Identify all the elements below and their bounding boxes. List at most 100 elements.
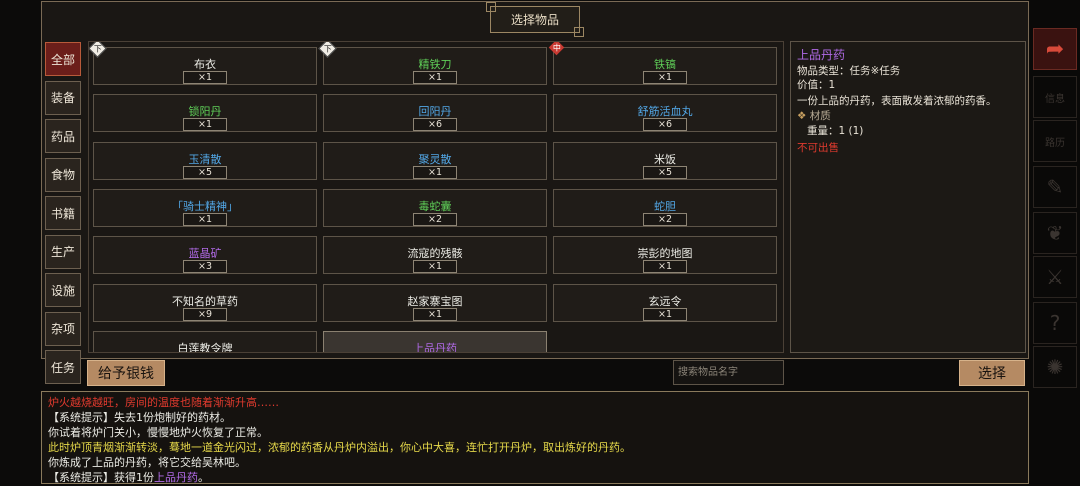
diamond-icon: ❖: [797, 110, 807, 122]
log-line: 你炼成了上品的丹药，将它交给吴林吧。: [48, 456, 246, 469]
category-tab[interactable]: 杂项: [45, 311, 81, 346]
item-name: 崇彭的地图: [637, 247, 693, 261]
category-tab[interactable]: 食物: [45, 157, 81, 192]
log-line: 此时炉顶青烟渐渐转淡，蓦地一道金光闪过，浓郁的药香从丹炉内溢出，你心中大喜，连忙…: [48, 441, 631, 454]
item-quantity: ×1: [413, 260, 457, 274]
log-text: 【系统提示】获得1份: [48, 471, 154, 484]
item-name: 上品丹药: [413, 341, 457, 353]
brush-icon: ✎: [1046, 175, 1064, 199]
item-slot[interactable]: 「骑士精神」 ×1: [93, 188, 317, 227]
item-slot[interactable]: 米饭 ×5: [553, 141, 777, 180]
rail-button-4[interactable]: ✎: [1033, 166, 1077, 208]
item-slot[interactable]: 赵家寨宝图 ×1: [323, 283, 547, 322]
item-slot[interactable]: 崇彭的地图 ×1: [553, 236, 777, 275]
item-name: 玉清散: [188, 152, 222, 166]
log-line: 你试着将炉门关小，慢慢地炉火恢复了正常。: [48, 426, 268, 439]
item-name: 流寇的残骸: [407, 247, 463, 261]
select-button[interactable]: 选择: [959, 360, 1025, 386]
item-name: 铁镐: [654, 58, 676, 71]
item-slot[interactable]: 上品丹药: [323, 330, 547, 353]
item-quantity: ×2: [643, 212, 687, 226]
item-name: 白莲教令牌: [177, 341, 233, 353]
item-quantity: ×1: [413, 165, 457, 179]
item-name: 锁阳丹: [188, 105, 222, 119]
item-slot[interactable]: 布衣 ×1: [93, 47, 317, 85]
category-tab[interactable]: 书籍: [45, 196, 81, 230]
item-name: 回阳丹: [418, 105, 452, 119]
detail-item-name: 上品丹药: [797, 48, 846, 62]
item-name: 舒筋活血丸: [637, 105, 693, 119]
category-tab[interactable]: 全部: [45, 42, 81, 76]
category-tab[interactable]: 药品: [45, 119, 81, 153]
detail-not-for-sale: 不可出售: [797, 142, 839, 154]
item-quantity: ×5: [643, 165, 687, 179]
give-money-button[interactable]: 给予银钱: [87, 360, 165, 386]
item-quantity: ×1: [413, 307, 457, 321]
grade-badge-label: 下: [93, 44, 102, 53]
item-name: 「骑士精神」: [172, 199, 238, 213]
detail-material-label: 材质: [809, 110, 831, 122]
item-quantity: ×9: [183, 307, 227, 321]
detail-weight: 重量：1 (1): [807, 125, 864, 137]
right-side-menu: ➦ 信息 路历 ✎ ❦ ⚔ ? ✺: [1030, 0, 1080, 486]
item-slot[interactable]: 蓝晶矿 ×3: [93, 236, 317, 275]
item-quantity: ×1: [643, 260, 687, 274]
category-tab[interactable]: 设施: [45, 273, 81, 307]
item-slot[interactable]: 精铁刀 ×1: [323, 47, 547, 85]
item-name: 布衣: [194, 58, 216, 71]
gear-icon: ✺: [1046, 355, 1064, 379]
rail-button-5[interactable]: ❦: [1033, 212, 1077, 254]
log-line: 炉火越烧越旺，房间的温度也随着渐渐升高……: [48, 396, 279, 409]
item-grid: 布衣 ×1 下精铁刀 ×1 下铁镐 ×1 中锁阳丹 ×1 回阳丹 ×6 舒筋活血丸 ×6 玉清散 ×5 聚灵…: [88, 41, 784, 353]
rail-button-6[interactable]: ⚔: [1033, 256, 1077, 298]
item-name: 精铁刀: [418, 58, 452, 71]
item-name: 蛇胆: [654, 199, 676, 213]
help-button[interactable]: ?: [1033, 302, 1077, 344]
info-button[interactable]: 信息: [1033, 76, 1077, 118]
item-slot[interactable]: 蛇胆 ×2: [553, 188, 777, 227]
item-name: 赵家寨宝图: [407, 294, 463, 308]
settings-button[interactable]: ✺: [1033, 346, 1077, 388]
category-tab[interactable]: 生产: [45, 234, 81, 269]
log-item-name: 上品丹药: [154, 471, 198, 484]
item-slot[interactable]: 不知名的草药 ×9: [93, 283, 317, 322]
item-detail-panel: 上品丹药 物品类型：任务※任务 价值：1 一份上品的丹药，表面散发着浓郁的药香。…: [790, 41, 1026, 353]
item-slot[interactable]: 流寇的残骸 ×1: [323, 236, 547, 275]
return-arrow-icon: ➦: [1045, 36, 1065, 62]
item-slot[interactable]: 舒筋活血丸 ×6: [553, 94, 777, 133]
message-log: 炉火越烧越旺，房间的温度也随着渐渐升高…… 【系统提示】失去1份炮制好的药材。你试…: [41, 391, 1029, 484]
journey-label: 路历: [1045, 137, 1065, 149]
detail-item-desc: 一份上品的丹药，表面散发着浓郁的药香。: [797, 95, 997, 107]
detail-item-type: 物品类型：任务※任务: [797, 65, 901, 77]
item-slot[interactable]: 毒蛇囊 ×2: [323, 188, 547, 227]
return-arrow-button[interactable]: ➦: [1033, 28, 1077, 70]
journey-button[interactable]: 路历: [1033, 120, 1077, 162]
item-slot[interactable]: 锁阳丹 ×1: [93, 94, 317, 133]
item-quantity: ×1: [413, 71, 457, 84]
scroll-icon: ❦: [1046, 221, 1064, 245]
info-label: 信息: [1045, 93, 1065, 105]
sword-icon: ⚔: [1046, 265, 1064, 289]
detail-item-price: 价值：1: [797, 79, 836, 91]
question-icon: ?: [1049, 311, 1061, 335]
item-quantity: ×6: [413, 118, 457, 132]
item-slot[interactable]: 玉清散 ×5: [93, 141, 317, 180]
item-slot[interactable]: 回阳丹 ×6: [323, 94, 547, 133]
item-name: 不知名的草药: [172, 294, 238, 308]
category-tab[interactable]: 任务: [45, 350, 81, 384]
item-slot[interactable]: 聚灵散 ×1: [323, 141, 547, 180]
item-slot[interactable]: 白莲教令牌: [93, 330, 317, 353]
category-tab[interactable]: 装备: [45, 80, 81, 115]
item-quantity: ×1: [183, 118, 227, 132]
item-quantity: ×3: [183, 260, 227, 274]
item-name: 玄远令: [648, 294, 682, 308]
item-quantity: ×1: [643, 71, 687, 84]
log-line: 【系统提示】失去1份炮制好的药材。: [48, 411, 231, 424]
item-quantity: ×2: [413, 212, 457, 226]
item-name: 米饭: [654, 152, 676, 166]
log-line: 【系统提示】获得1份上品丹药。: [48, 469, 209, 484]
search-input[interactable]: [673, 360, 784, 385]
item-slot[interactable]: 铁镐 ×1: [553, 47, 777, 85]
item-slot[interactable]: 玄远令 ×1: [553, 283, 777, 322]
grade-badge-label: 下: [323, 44, 332, 53]
